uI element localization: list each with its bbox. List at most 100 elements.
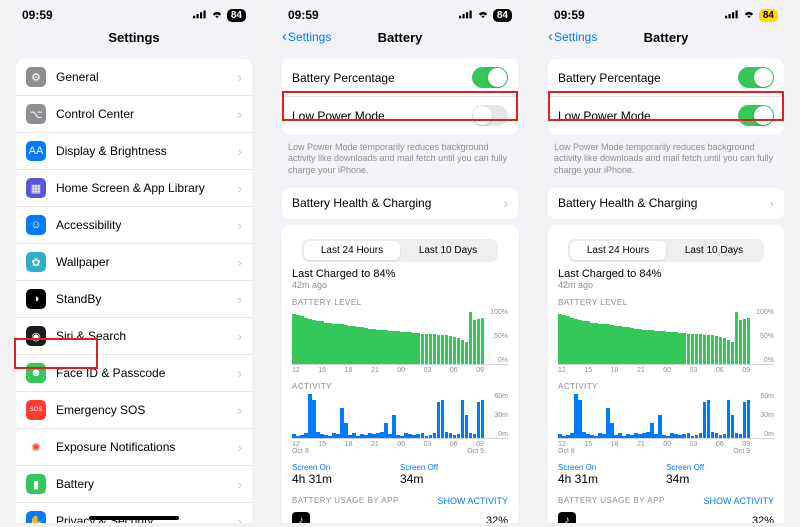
settings-label: Emergency SOS <box>56 403 238 417</box>
settings-row-display[interactable]: AA Display & Brightness › <box>16 132 252 169</box>
y-axis-labels: 100%50%0% <box>486 309 508 364</box>
segmented-control[interactable]: Last 24 Hours Last 10 Days <box>568 239 764 262</box>
byapp-title: BATTERY USAGE BY APP <box>292 496 399 505</box>
x-axis-ticks: 1215182100030609 <box>558 365 774 374</box>
x-axis-sublabels: Oct 8Oct 9 <box>292 448 508 455</box>
app-usage-row[interactable]: ♪ 32% <box>292 512 508 523</box>
signal-icon <box>725 8 739 22</box>
battery-toggles: Battery Percentage Low Power Mode <box>282 59 518 134</box>
settings-label: Accessibility <box>56 218 238 232</box>
signal-icon <box>193 8 207 22</box>
battery-health-row[interactable]: Battery Health & Charging › <box>282 188 518 219</box>
chart-bars <box>558 393 750 438</box>
chevron-right-icon: › <box>238 181 242 196</box>
last-charged-sub: 42m ago <box>558 280 774 290</box>
battery-level-chart: 100%50%0% <box>558 309 774 365</box>
back-button[interactable]: ‹Settings <box>282 30 331 44</box>
settings-row-wallpaper[interactable]: ✿ Wallpaper › <box>16 243 252 280</box>
status-bar: 09:59 84 <box>8 4 260 24</box>
battery-health-row[interactable]: Battery Health & Charging › <box>548 188 784 219</box>
screen-on-value: 4h 31m <box>558 472 666 486</box>
settings-row-battery[interactable]: ▮ Battery › <box>16 465 252 502</box>
activity-caption: ACTIVITY <box>292 382 508 391</box>
settings-label: Siri & Search <box>56 329 238 343</box>
last-charged: Last Charged to 84% <box>292 268 508 280</box>
control-center-icon: ⌥ <box>26 104 46 124</box>
y-axis-labels: 100%50%0% <box>752 309 774 364</box>
tiktok-icon: ♪ <box>292 512 310 523</box>
settings-row-exposure[interactable]: ✺ Exposure Notifications › <box>16 428 252 465</box>
battery-pill: 84 <box>493 9 512 22</box>
screen-off-label: Screen Off <box>666 463 774 472</box>
settings-row-siri[interactable]: ◉ Siri & Search › <box>16 317 252 354</box>
seg-24h[interactable]: Last 24 Hours <box>570 241 666 260</box>
status-time: 09:59 <box>288 8 319 22</box>
x-axis-ticks: 1215182100030609 <box>292 365 508 374</box>
show-activity-link[interactable]: SHOW ACTIVITY <box>703 496 774 506</box>
low-power-mode-row[interactable]: Low Power Mode <box>282 96 518 134</box>
battery-panel: Last 24 Hours Last 10 Days Last Charged … <box>282 225 518 523</box>
general-icon: ⚙ <box>26 67 46 87</box>
settings-row-faceid[interactable]: ☻ Face ID & Passcode › <box>16 354 252 391</box>
battery-level-chart: 100%50%0% <box>292 309 508 365</box>
show-activity-link[interactable]: SHOW ACTIVITY <box>437 496 508 506</box>
settings-row-general[interactable]: ⚙ General › <box>16 59 252 95</box>
battery-health-section: Battery Health & Charging › <box>282 188 518 219</box>
signal-icon <box>459 8 473 22</box>
battery-pill: 84 <box>227 9 246 22</box>
usage-by-app-header: BATTERY USAGE BY APP SHOW ACTIVITY <box>558 496 774 506</box>
battery-percentage-toggle[interactable] <box>738 67 774 88</box>
chevron-right-icon: › <box>238 329 242 344</box>
status-bar: 09:59 84 <box>540 4 792 24</box>
chart-bars <box>558 309 750 364</box>
app-usage-row[interactable]: ♪ 32% <box>558 512 774 523</box>
row-label: Battery Percentage <box>292 71 472 85</box>
settings-label: Exposure Notifications <box>56 440 238 454</box>
battery-level-caption: BATTERY LEVEL <box>292 298 508 307</box>
byapp-title: BATTERY USAGE BY APP <box>558 496 665 505</box>
battery-percentage-row[interactable]: Battery Percentage <box>548 59 784 96</box>
chevron-right-icon: › <box>238 292 242 307</box>
battery-panel: Last 24 Hours Last 10 Days Last Charged … <box>548 225 784 523</box>
settings-row-home-screen[interactable]: ▦ Home Screen & App Library › <box>16 169 252 206</box>
chevron-right-icon: › <box>238 218 242 233</box>
settings-label: StandBy <box>56 292 238 306</box>
seg-10d[interactable]: Last 10 Days <box>400 241 496 260</box>
low-power-mode-row[interactable]: Low Power Mode <box>548 96 784 134</box>
settings-row-standby[interactable]: ◑ StandBy › <box>16 280 252 317</box>
row-label: Battery Percentage <box>558 71 738 85</box>
settings-row-control-center[interactable]: ⌥ Control Center › <box>16 95 252 132</box>
phone-battery-lpm-on: 09:59 84 ‹Settings Battery Battery Perce… <box>540 4 792 523</box>
privacy-icon: ✋ <box>26 511 46 523</box>
status-time: 09:59 <box>22 8 53 22</box>
settings-row-sos[interactable]: SOS Emergency SOS › <box>16 391 252 428</box>
app-usage-percent: 32% <box>486 515 508 523</box>
settings-label: Wallpaper <box>56 255 238 269</box>
battery-percentage-row[interactable]: Battery Percentage <box>282 59 518 96</box>
lpm-help-text: Low Power Mode temporarily reduces backg… <box>274 140 526 182</box>
low-power-mode-toggle[interactable] <box>738 105 774 126</box>
back-button[interactable]: ‹Settings <box>548 30 597 44</box>
wifi-icon <box>742 8 756 22</box>
nav-title: Battery <box>378 30 423 45</box>
lpm-help-text: Low Power Mode temporarily reduces backg… <box>540 140 792 182</box>
screen-off-value: 34m <box>666 472 774 486</box>
home-indicator[interactable] <box>89 516 179 520</box>
seg-24h[interactable]: Last 24 Hours <box>304 241 400 260</box>
seg-10d[interactable]: Last 10 Days <box>666 241 762 260</box>
settings-row-accessibility[interactable]: ☺ Accessibility › <box>16 206 252 243</box>
chart-bars <box>292 393 484 438</box>
screen-on-label: Screen On <box>292 463 400 472</box>
wifi-icon <box>210 8 224 22</box>
battery-health-section: Battery Health & Charging › <box>548 188 784 219</box>
battery-percentage-toggle[interactable] <box>472 67 508 88</box>
last-charged-sub: 42m ago <box>292 280 508 290</box>
segmented-control[interactable]: Last 24 Hours Last 10 Days <box>302 239 498 262</box>
chevron-right-icon: › <box>238 403 242 418</box>
battery-pill: 84 <box>759 9 778 22</box>
settings-label: Battery <box>56 477 238 491</box>
phone-battery-lpm-off: 09:59 84 ‹Settings Battery Battery Perce… <box>274 4 526 523</box>
battery-toggles: Battery Percentage Low Power Mode <box>548 59 784 134</box>
low-power-mode-toggle[interactable] <box>472 105 508 126</box>
chevron-right-icon: › <box>504 196 508 211</box>
